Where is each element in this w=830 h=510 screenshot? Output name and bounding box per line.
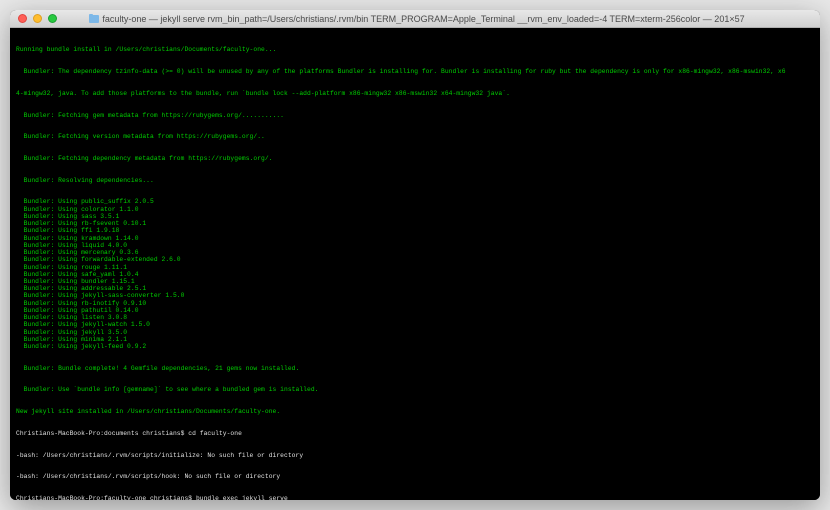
traffic-lights [18, 14, 57, 23]
line-gem: Bundler: Using ffi 1.9.18 [16, 227, 814, 234]
line-dep2: 4-mingw32, java. To add those platforms … [16, 90, 814, 97]
line-gem: Bundler: Using rouge 1.11.1 [16, 264, 814, 271]
line-gem: Bundler: Using jekyll-feed 0.9.2 [16, 343, 814, 350]
line-gem: Bundler: Using public_suffix 2.0.5 [16, 198, 814, 205]
line-gem: Bundler: Using rb-fsevent 0.10.1 [16, 220, 814, 227]
line-gem: Bundler: Using addressable 2.5.1 [16, 285, 814, 292]
line-gem: Bundler: Using colorator 1.1.0 [16, 206, 814, 213]
line-bash1: -bash: /Users/christians/.rvm/scripts/in… [16, 452, 814, 459]
line-useinfo: Bundler: Use `bundle info [gemname]` to … [16, 386, 814, 393]
line-gem: Bundler: Using jekyll 3.5.0 [16, 329, 814, 336]
window-title: faculty-one — jekyll serve rvm_bin_path=… [62, 14, 812, 24]
line-gem: Bundler: Using jekyll-watch 1.5.0 [16, 321, 814, 328]
line-gem: Bundler: Using listen 3.0.8 [16, 314, 814, 321]
terminal-window: faculty-one — jekyll serve rvm_bin_path=… [10, 10, 820, 500]
line-gem: Bundler: Using mercenary 0.3.6 [16, 249, 814, 256]
line-running: Running bundle install in /Users/christi… [16, 46, 814, 53]
line-gem: Bundler: Using jekyll-sass-converter 1.5… [16, 292, 814, 299]
line-fetch3: Bundler: Fetching dependency metadata fr… [16, 155, 814, 162]
line-gem: Bundler: Using bundler 1.15.1 [16, 278, 814, 285]
line-gem: Bundler: Using kramdown 1.14.0 [16, 235, 814, 242]
zoom-icon[interactable] [48, 14, 57, 23]
line-gem: Bundler: Using liquid 4.0.0 [16, 242, 814, 249]
line-prompt2: Christians-MacBook-Pro:faculty-one chris… [16, 495, 814, 500]
line-dep1: Bundler: The dependency tzinfo-data (>= … [16, 68, 814, 75]
line-gem: Bundler: Using forwardable-extended 2.6.… [16, 256, 814, 263]
terminal-output[interactable]: Running bundle install in /Users/christi… [10, 28, 820, 500]
line-gem: Bundler: Using rb-inotify 0.9.10 [16, 300, 814, 307]
titlebar[interactable]: faculty-one — jekyll serve rvm_bin_path=… [10, 10, 820, 28]
close-icon[interactable] [18, 14, 27, 23]
line-newsite: New jekyll site installed in /Users/chri… [16, 408, 814, 415]
minimize-icon[interactable] [33, 14, 42, 23]
line-fetch1: Bundler: Fetching gem metadata from http… [16, 112, 814, 119]
line-prompt1: Christians-MacBook-Pro:documents christi… [16, 430, 814, 437]
line-fetch2: Bundler: Fetching version metadata from … [16, 133, 814, 140]
line-resolve: Bundler: Resolving dependencies... [16, 177, 814, 184]
line-bash2: -bash: /Users/christians/.rvm/scripts/ho… [16, 473, 814, 480]
window-title-text: faculty-one — jekyll serve rvm_bin_path=… [102, 14, 744, 24]
line-gem: Bundler: Using minima 2.1.1 [16, 336, 814, 343]
line-gem: Bundler: Using sass 3.5.1 [16, 213, 814, 220]
line-complete: Bundler: Bundle complete! 4 Gemfile depe… [16, 365, 814, 372]
line-gem: Bundler: Using pathutil 0.14.0 [16, 307, 814, 314]
folder-icon [89, 15, 99, 23]
line-gem: Bundler: Using safe_yaml 1.0.4 [16, 271, 814, 278]
